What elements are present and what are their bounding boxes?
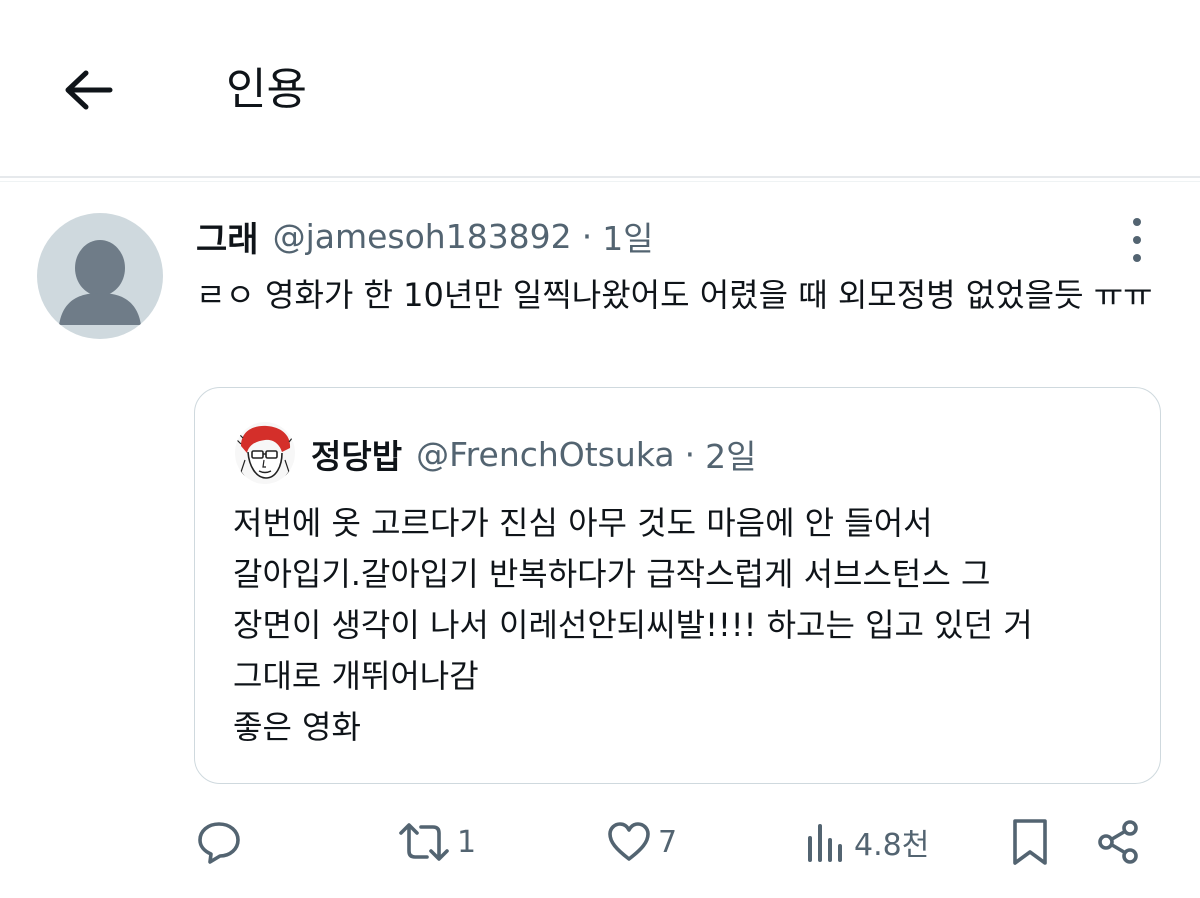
quoted-text-line: 저번에 옷 고르다가 진심 아무 것도 마음에 안 들어서 [233,504,933,542]
tweet-action-bar: 1 7 4.8천 [0,810,1200,874]
retweet-button[interactable]: 1 [397,810,476,874]
quoted-text-line: 갈아입기.갈아입기 반복하다가 급작스럽게 서브스턴스 그 [233,555,991,593]
quoted-tweet-card[interactable]: 정당밥 @FrenchOtsuka · 2일 저번에 옷 고르다가 진심 아무 … [194,387,1161,784]
separator-dot: · [684,434,696,474]
quoted-text-line: 좋은 영화 [233,708,361,746]
bar-chart-icon [808,824,842,862]
quoted-author-handle[interactable]: @FrenchOtsuka [416,435,674,474]
page-title: 인용 [226,64,307,115]
heart-icon [608,822,650,861]
views-button[interactable]: 4.8천 [804,810,929,874]
reply-bubble-icon [198,822,240,864]
header-divider-secondary [0,181,1200,182]
header-divider [0,176,1200,178]
quoted-text-line: 그대로 개뛰어나감 [233,657,479,695]
vertical-ellipsis-icon-dot [1133,236,1141,244]
share-icon [1098,820,1138,864]
quoted-author-avatar[interactable] [235,422,295,484]
top-bar: 인용 [0,0,1200,176]
quoted-tweet-text: 저번에 옷 고르다가 진심 아무 것도 마음에 안 들어서 갈아입기.갈아입기 … [233,498,1133,753]
quoted-author-row: 정당밥 @FrenchOtsuka · 2일 [311,430,756,478]
default-user-avatar-icon [59,240,141,325]
avatar[interactable] [37,213,163,339]
vertical-ellipsis-icon [1133,218,1141,226]
author-handle[interactable]: @jamesoh183892 [273,217,572,256]
quoted-author-display-name[interactable]: 정당밥 [311,430,402,478]
vertical-ellipsis-icon-dot [1133,254,1141,262]
arrow-left-icon [65,70,113,110]
retweet-icon [399,823,449,861]
back-button[interactable] [56,58,120,122]
tweet-text: ㄹㅇ 영화가 한 10년만 일찍나왔어도 어렸을 때 외모정병 없었을듯 ㅠㅠ [196,276,1153,314]
tweet-timestamp[interactable]: 1일 [602,212,653,260]
bookmark-button[interactable] [1008,810,1052,874]
like-button[interactable]: 7 [606,810,677,874]
author-display-name[interactable]: 그래 [196,212,259,261]
like-count: 7 [658,824,678,860]
quoted-tweet-timestamp[interactable]: 2일 [705,430,756,478]
reply-button[interactable] [195,810,243,874]
more-options-button[interactable] [1122,218,1152,262]
quoted-text-line: 장면이 생각이 나서 이레선안되씨발!!!! 하고는 입고 있던 거 [233,606,1033,644]
retweet-count: 1 [457,824,477,860]
views-count: 4.8천 [854,828,930,863]
cartoon-face-avatar-icon [235,422,295,484]
separator-dot: · [581,216,593,256]
tweet-author-row: 그래 @jamesoh183892 · 1일 [196,212,654,260]
bookmark-icon [1013,819,1047,865]
share-button[interactable] [1094,810,1142,874]
